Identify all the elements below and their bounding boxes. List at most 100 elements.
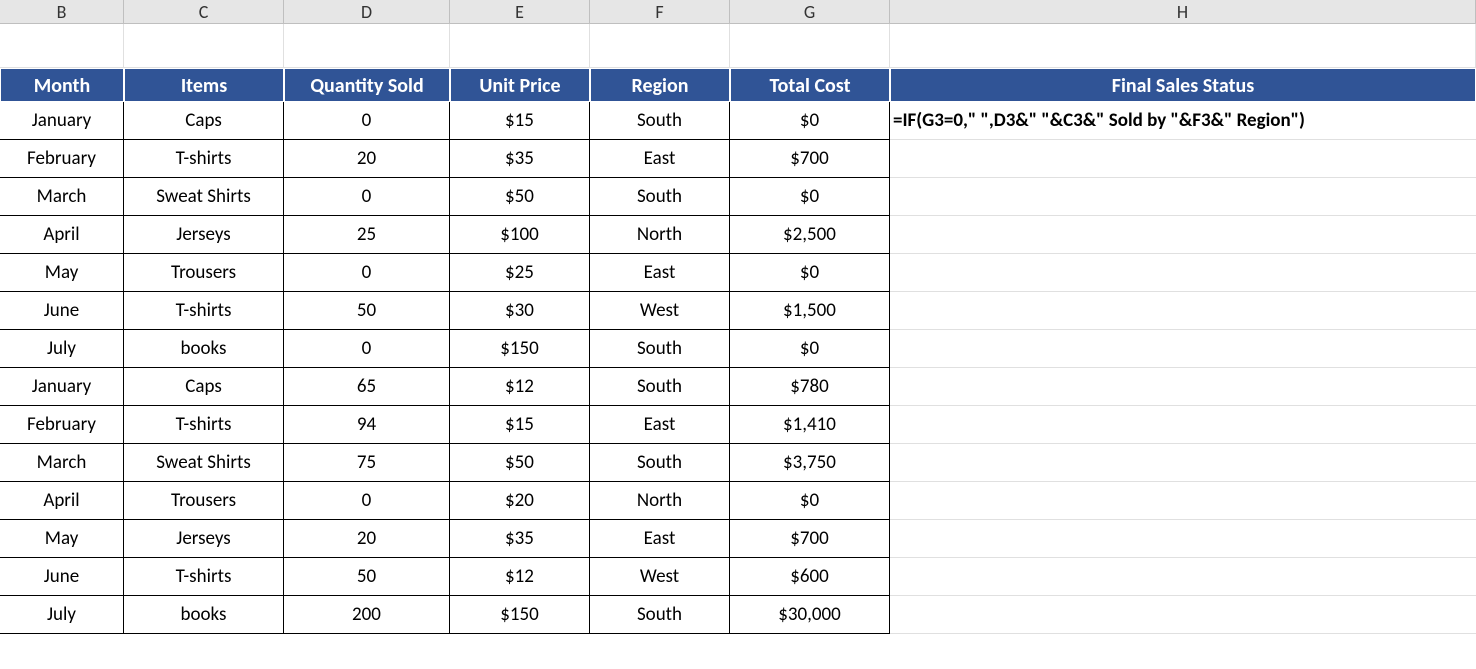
cell-unitprice[interactable]: $12 — [450, 558, 590, 596]
cell-totalcost[interactable]: $0 — [730, 102, 890, 140]
cell-region[interactable]: East — [590, 254, 730, 292]
cell-totalcost[interactable]: $30,000 — [730, 596, 890, 634]
cell-items[interactable]: T-shirts — [124, 292, 284, 330]
header-unitprice[interactable]: Unit Price — [450, 68, 590, 102]
cell-region[interactable]: East — [590, 406, 730, 444]
cell-month[interactable]: July — [0, 330, 124, 368]
spreadsheet-grid[interactable]: B C D E F G H Month Items Quantity Sold … — [0, 0, 1476, 634]
header-items[interactable]: Items — [124, 68, 284, 102]
cell-region[interactable]: South — [590, 330, 730, 368]
cell-quantity[interactable]: 20 — [284, 520, 450, 558]
cell-month[interactable]: May — [0, 254, 124, 292]
cell-status[interactable] — [890, 596, 1476, 634]
cell-totalcost[interactable]: $1,500 — [730, 292, 890, 330]
empty-cell[interactable] — [890, 24, 1476, 68]
cell-items[interactable]: Jerseys — [124, 216, 284, 254]
cell-totalcost[interactable]: $600 — [730, 558, 890, 596]
cell-region[interactable]: North — [590, 482, 730, 520]
cell-unitprice[interactable]: $35 — [450, 520, 590, 558]
col-header-d[interactable]: D — [284, 0, 450, 24]
cell-quantity[interactable]: 0 — [284, 102, 450, 140]
cell-status[interactable] — [890, 330, 1476, 368]
cell-status[interactable] — [890, 368, 1476, 406]
cell-month[interactable]: March — [0, 444, 124, 482]
cell-items[interactable]: books — [124, 330, 284, 368]
cell-quantity[interactable]: 0 — [284, 482, 450, 520]
cell-status[interactable] — [890, 482, 1476, 520]
cell-items[interactable]: T-shirts — [124, 140, 284, 178]
cell-totalcost[interactable]: $0 — [730, 330, 890, 368]
cell-status[interactable] — [890, 558, 1476, 596]
cell-quantity[interactable]: 0 — [284, 330, 450, 368]
cell-unitprice[interactable]: $30 — [450, 292, 590, 330]
col-header-c[interactable]: C — [124, 0, 284, 24]
header-month[interactable]: Month — [0, 68, 124, 102]
cell-unitprice[interactable]: $35 — [450, 140, 590, 178]
col-header-e[interactable]: E — [450, 0, 590, 24]
col-header-b[interactable]: B — [0, 0, 124, 24]
cell-region[interactable]: South — [590, 178, 730, 216]
cell-unitprice[interactable]: $25 — [450, 254, 590, 292]
cell-totalcost[interactable]: $780 — [730, 368, 890, 406]
cell-region[interactable]: West — [590, 292, 730, 330]
cell-quantity[interactable]: 65 — [284, 368, 450, 406]
cell-unitprice[interactable]: $100 — [450, 216, 590, 254]
cell-totalcost[interactable]: $3,750 — [730, 444, 890, 482]
cell-quantity[interactable]: 20 — [284, 140, 450, 178]
cell-items[interactable]: Trousers — [124, 482, 284, 520]
cell-quantity[interactable]: 200 — [284, 596, 450, 634]
cell-quantity[interactable]: 50 — [284, 558, 450, 596]
cell-status[interactable] — [890, 216, 1476, 254]
cell-formula[interactable]: =IF(G3=0," ",D3&" "&C3&" Sold by "&F3&" … — [890, 102, 1476, 140]
cell-totalcost[interactable]: $2,500 — [730, 216, 890, 254]
cell-month[interactable]: February — [0, 406, 124, 444]
cell-totalcost[interactable]: $1,410 — [730, 406, 890, 444]
cell-quantity[interactable]: 50 — [284, 292, 450, 330]
header-quantity[interactable]: Quantity Sold — [284, 68, 450, 102]
cell-month[interactable]: June — [0, 292, 124, 330]
cell-region[interactable]: South — [590, 102, 730, 140]
cell-region[interactable]: East — [590, 140, 730, 178]
cell-items[interactable]: Caps — [124, 368, 284, 406]
cell-status[interactable] — [890, 406, 1476, 444]
cell-quantity[interactable]: 25 — [284, 216, 450, 254]
cell-status[interactable] — [890, 178, 1476, 216]
cell-status[interactable] — [890, 520, 1476, 558]
cell-month[interactable]: February — [0, 140, 124, 178]
empty-cell[interactable] — [590, 24, 730, 68]
cell-month[interactable]: May — [0, 520, 124, 558]
cell-status[interactable] — [890, 444, 1476, 482]
cell-region[interactable]: South — [590, 368, 730, 406]
cell-unitprice[interactable]: $15 — [450, 102, 590, 140]
empty-cell[interactable] — [0, 24, 124, 68]
cell-totalcost[interactable]: $0 — [730, 254, 890, 292]
cell-items[interactable]: T-shirts — [124, 558, 284, 596]
empty-cell[interactable] — [124, 24, 284, 68]
cell-totalcost[interactable]: $700 — [730, 520, 890, 558]
cell-month[interactable]: January — [0, 102, 124, 140]
cell-items[interactable]: Sweat Shirts — [124, 178, 284, 216]
cell-status[interactable] — [890, 292, 1476, 330]
header-region[interactable]: Region — [590, 68, 730, 102]
cell-unitprice[interactable]: $50 — [450, 178, 590, 216]
cell-unitprice[interactable]: $15 — [450, 406, 590, 444]
cell-status[interactable] — [890, 254, 1476, 292]
cell-items[interactable]: books — [124, 596, 284, 634]
cell-month[interactable]: March — [0, 178, 124, 216]
cell-quantity[interactable]: 0 — [284, 178, 450, 216]
cell-unitprice[interactable]: $150 — [450, 330, 590, 368]
cell-unitprice[interactable]: $12 — [450, 368, 590, 406]
cell-items[interactable]: Jerseys — [124, 520, 284, 558]
cell-items[interactable]: Trousers — [124, 254, 284, 292]
cell-totalcost[interactable]: $0 — [730, 178, 890, 216]
cell-items[interactable]: Caps — [124, 102, 284, 140]
cell-totalcost[interactable]: $0 — [730, 482, 890, 520]
cell-quantity[interactable]: 75 — [284, 444, 450, 482]
cell-quantity[interactable]: 94 — [284, 406, 450, 444]
empty-cell[interactable] — [284, 24, 450, 68]
header-totalcost[interactable]: Total Cost — [730, 68, 890, 102]
cell-unitprice[interactable]: $150 — [450, 596, 590, 634]
cell-region[interactable]: South — [590, 596, 730, 634]
cell-month[interactable]: July — [0, 596, 124, 634]
cell-items[interactable]: Sweat Shirts — [124, 444, 284, 482]
